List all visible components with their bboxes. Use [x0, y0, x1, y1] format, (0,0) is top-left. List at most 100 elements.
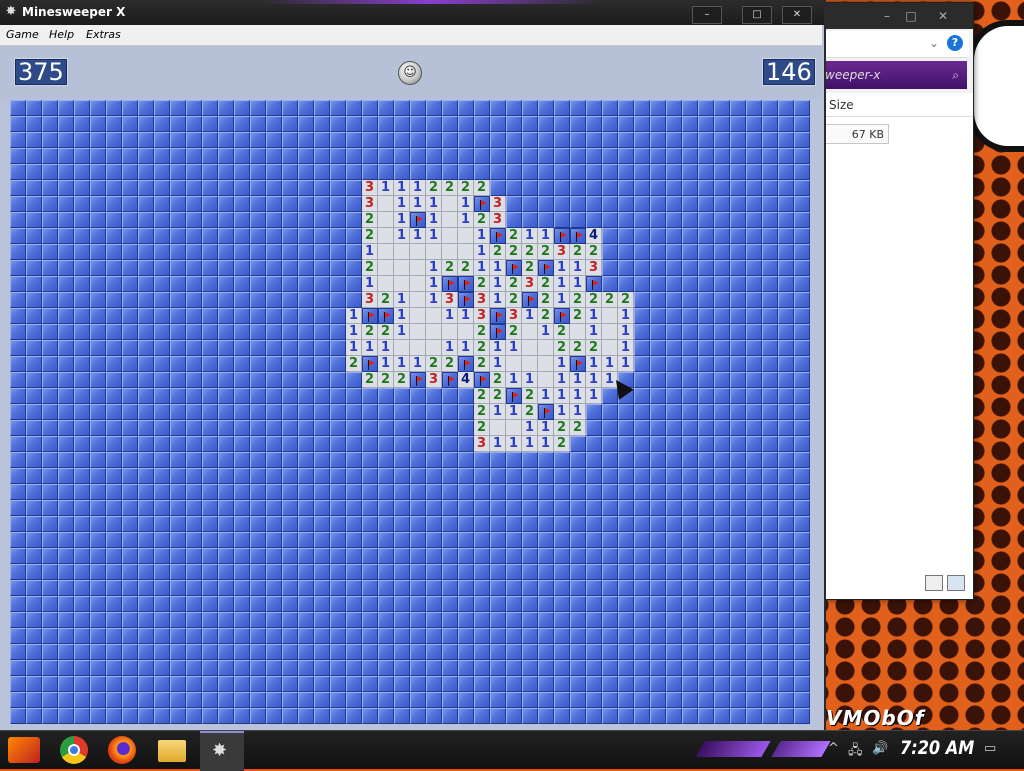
- hidden-cell[interactable]: [634, 580, 650, 596]
- hidden-cell[interactable]: [730, 452, 746, 468]
- hidden-cell[interactable]: [730, 244, 746, 260]
- hidden-cell[interactable]: [730, 132, 746, 148]
- hidden-cell[interactable]: [202, 196, 218, 212]
- hidden-cell[interactable]: [266, 196, 282, 212]
- menu-game[interactable]: Game: [6, 28, 39, 41]
- hidden-cell[interactable]: [298, 228, 314, 244]
- hidden-cell[interactable]: [250, 212, 266, 228]
- hidden-cell[interactable]: [234, 468, 250, 484]
- number-cell[interactable]: 2: [506, 324, 522, 340]
- hidden-cell[interactable]: [282, 388, 298, 404]
- hidden-cell[interactable]: [186, 244, 202, 260]
- hidden-cell[interactable]: [714, 260, 730, 276]
- hidden-cell[interactable]: [346, 420, 362, 436]
- hidden-cell[interactable]: [650, 260, 666, 276]
- hidden-cell[interactable]: [106, 228, 122, 244]
- hidden-cell[interactable]: [746, 468, 762, 484]
- hidden-cell[interactable]: [106, 132, 122, 148]
- hidden-cell[interactable]: [506, 628, 522, 644]
- hidden-cell[interactable]: [346, 292, 362, 308]
- hidden-cell[interactable]: [746, 372, 762, 388]
- hidden-cell[interactable]: [762, 484, 778, 500]
- hidden-cell[interactable]: [666, 644, 682, 660]
- hidden-cell[interactable]: [202, 388, 218, 404]
- hidden-cell[interactable]: [778, 404, 794, 420]
- hidden-cell[interactable]: [714, 676, 730, 692]
- hidden-cell[interactable]: [746, 692, 762, 708]
- hidden-cell[interactable]: [746, 532, 762, 548]
- number-cell[interactable]: 2: [586, 244, 602, 260]
- hidden-cell[interactable]: [106, 692, 122, 708]
- hidden-cell[interactable]: [218, 580, 234, 596]
- hidden-cell[interactable]: [522, 516, 538, 532]
- hidden-cell[interactable]: [58, 292, 74, 308]
- hidden-cell[interactable]: [42, 212, 58, 228]
- hidden-cell[interactable]: [570, 516, 586, 532]
- hidden-cell[interactable]: [26, 500, 42, 516]
- hidden-cell[interactable]: [298, 596, 314, 612]
- hidden-cell[interactable]: [650, 500, 666, 516]
- hidden-cell[interactable]: [138, 660, 154, 676]
- hidden-cell[interactable]: [266, 324, 282, 340]
- hidden-cell[interactable]: [698, 276, 714, 292]
- number-cell[interactable]: 3: [362, 196, 378, 212]
- firefox-icon[interactable]: [108, 736, 136, 764]
- hidden-cell[interactable]: [762, 596, 778, 612]
- hidden-cell[interactable]: [794, 356, 810, 372]
- hidden-cell[interactable]: [650, 532, 666, 548]
- hidden-cell[interactable]: [250, 468, 266, 484]
- hidden-cell[interactable]: [26, 308, 42, 324]
- hidden-cell[interactable]: [538, 148, 554, 164]
- hidden-cell[interactable]: [106, 612, 122, 628]
- hidden-cell[interactable]: [698, 436, 714, 452]
- hidden-cell[interactable]: [58, 628, 74, 644]
- hidden-cell[interactable]: [394, 692, 410, 708]
- hidden-cell[interactable]: [90, 516, 106, 532]
- hidden-cell[interactable]: [298, 628, 314, 644]
- hidden-cell[interactable]: [154, 244, 170, 260]
- hidden-cell[interactable]: [42, 340, 58, 356]
- hidden-cell[interactable]: [730, 276, 746, 292]
- hidden-cell[interactable]: [730, 148, 746, 164]
- hidden-cell[interactable]: [122, 276, 138, 292]
- hidden-cell[interactable]: [650, 692, 666, 708]
- hidden-cell[interactable]: [186, 212, 202, 228]
- hidden-cell[interactable]: [394, 644, 410, 660]
- hidden-cell[interactable]: [266, 452, 282, 468]
- hidden-cell[interactable]: [74, 468, 90, 484]
- hidden-cell[interactable]: [746, 452, 762, 468]
- hidden-cell[interactable]: [426, 100, 442, 116]
- hidden-cell[interactable]: [154, 548, 170, 564]
- hidden-cell[interactable]: [570, 628, 586, 644]
- hidden-cell[interactable]: [554, 548, 570, 564]
- flag-icon[interactable]: [538, 404, 554, 420]
- hidden-cell[interactable]: [538, 676, 554, 692]
- hidden-cell[interactable]: [490, 580, 506, 596]
- hidden-cell[interactable]: [426, 532, 442, 548]
- hidden-cell[interactable]: [74, 292, 90, 308]
- hidden-cell[interactable]: [490, 468, 506, 484]
- hidden-cell[interactable]: [58, 244, 74, 260]
- hidden-cell[interactable]: [538, 132, 554, 148]
- hidden-cell[interactable]: [218, 260, 234, 276]
- hidden-cell[interactable]: [106, 452, 122, 468]
- hidden-cell[interactable]: [602, 468, 618, 484]
- hidden-cell[interactable]: [74, 676, 90, 692]
- hidden-cell[interactable]: [538, 212, 554, 228]
- empty-cell[interactable]: [522, 324, 538, 340]
- hidden-cell[interactable]: [650, 132, 666, 148]
- chevron-down-icon[interactable]: ⌄: [929, 36, 939, 50]
- hidden-cell[interactable]: [234, 676, 250, 692]
- hidden-cell[interactable]: [426, 164, 442, 180]
- hidden-cell[interactable]: [442, 148, 458, 164]
- hidden-cell[interactable]: [746, 596, 762, 612]
- hidden-cell[interactable]: [202, 276, 218, 292]
- hidden-cell[interactable]: [106, 260, 122, 276]
- number-cell[interactable]: 1: [474, 260, 490, 276]
- hidden-cell[interactable]: [666, 692, 682, 708]
- hidden-cell[interactable]: [666, 468, 682, 484]
- hidden-cell[interactable]: [218, 628, 234, 644]
- hidden-cell[interactable]: [682, 196, 698, 212]
- hidden-cell[interactable]: [554, 532, 570, 548]
- hidden-cell[interactable]: [730, 260, 746, 276]
